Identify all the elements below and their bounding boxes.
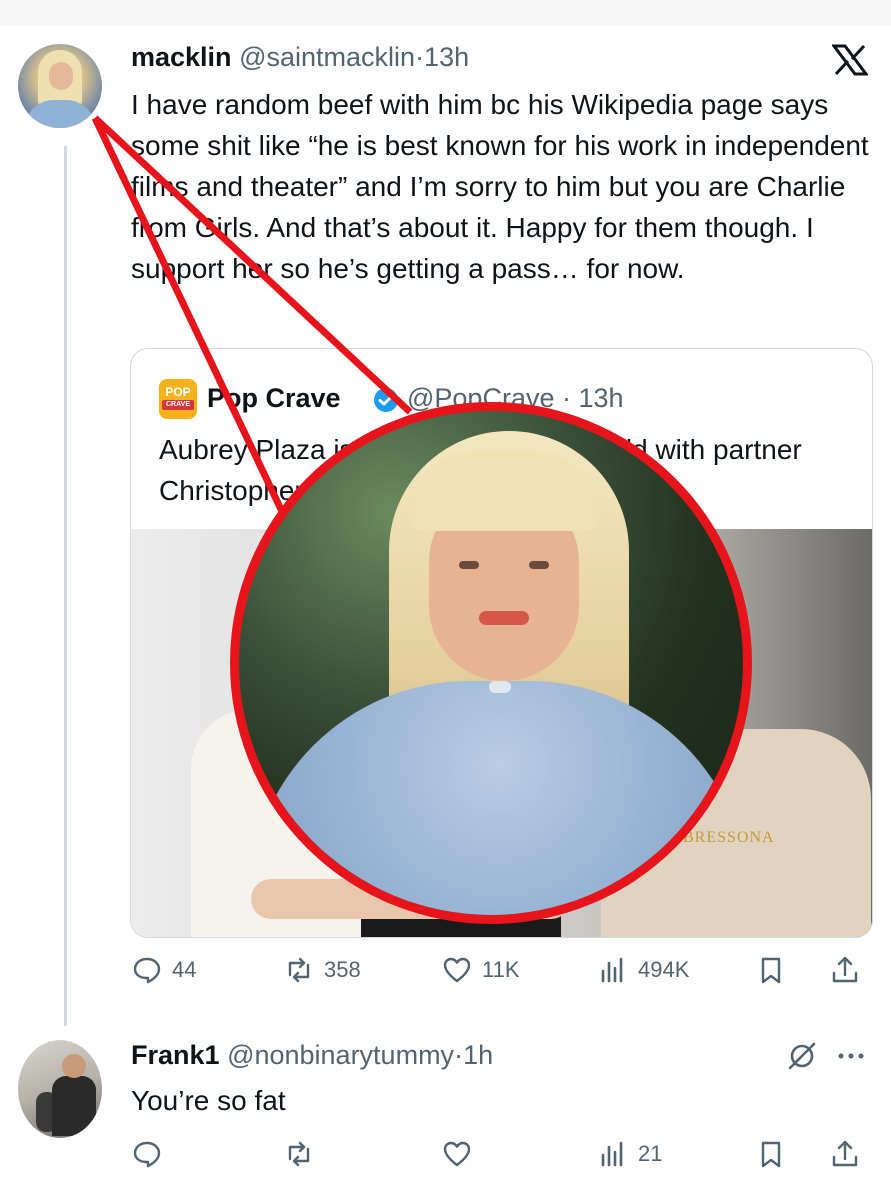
author-handle[interactable]: @saintmacklin <box>239 42 415 72</box>
more-icon[interactable] <box>836 1046 866 1066</box>
quote-author-name[interactable]: Pop Crave <box>207 383 341 414</box>
reply-header: Frank1 @nonbinarytummy·1h <box>131 1040 493 1074</box>
zoom-dress <box>249 681 743 915</box>
author-name[interactable]: macklin <box>131 42 232 72</box>
views-count: 494K <box>638 957 690 982</box>
views-action[interactable]: 494K <box>598 950 689 990</box>
reply-count: 44 <box>172 957 197 982</box>
reply-avatar-body <box>52 1076 96 1136</box>
bookmark-icon <box>761 957 781 984</box>
pop-crave-logo[interactable]: POP CRAVE <box>159 379 197 419</box>
share-action[interactable] <box>830 950 860 990</box>
zoom-eye-right <box>529 561 549 569</box>
separator: · <box>415 42 425 72</box>
repost-count: 358 <box>324 957 361 982</box>
zoom-bow <box>489 681 511 693</box>
reply-icon <box>133 1141 161 1168</box>
zoom-eye-left <box>459 561 479 569</box>
reply-views-action[interactable]: 21 <box>598 1134 662 1174</box>
reply-like-action[interactable] <box>442 1134 472 1174</box>
thread-line <box>64 146 67 1026</box>
avatar-face <box>49 62 73 90</box>
like-icon <box>443 957 471 983</box>
reply-bookmark-action[interactable] <box>756 1134 786 1174</box>
reply-author-handle[interactable]: @nonbinarytummy <box>227 1040 454 1070</box>
share-icon <box>832 1140 858 1167</box>
logo-text: POP <box>165 385 191 399</box>
reply-views-count: 21 <box>638 1141 663 1166</box>
like-count: 11K <box>482 957 520 982</box>
timestamp[interactable]: 13h <box>424 42 469 72</box>
tweet-text: I have random beef with him bc his Wikip… <box>131 89 869 284</box>
repost-icon <box>288 1141 310 1167</box>
views-icon <box>601 957 623 983</box>
avatar[interactable] <box>18 44 102 128</box>
avatar-dress <box>24 100 96 128</box>
bookmark-icon <box>761 1141 781 1168</box>
bookmark-action[interactable] <box>756 950 786 990</box>
logo-subtext: CRAVE <box>162 400 194 410</box>
reply-share-action[interactable] <box>830 1134 860 1174</box>
share-icon <box>832 956 858 983</box>
reply-icon <box>133 957 161 984</box>
verified-badge-icon <box>374 388 398 412</box>
x-logo-icon[interactable] <box>832 44 868 76</box>
reply-author-name[interactable]: Frank1 <box>131 1040 220 1070</box>
reply-avatar[interactable] <box>18 1040 102 1138</box>
repost-icon <box>288 957 310 983</box>
reply-reply-action[interactable] <box>132 1134 162 1174</box>
top-strip <box>0 0 891 26</box>
mute-icon[interactable] <box>786 1040 818 1072</box>
reply-separator: · <box>454 1040 464 1070</box>
tweet-action-bar: 44 358 11K 494K <box>130 950 870 990</box>
like-action[interactable]: 11K <box>442 950 520 990</box>
zoomed-avatar-circle <box>230 402 752 924</box>
reply-repost-action[interactable] <box>284 1134 314 1174</box>
zoom-fringe <box>409 451 599 531</box>
reply-timestamp[interactable]: 1h <box>463 1040 493 1070</box>
reply-text: You’re so fat <box>131 1085 286 1116</box>
zoom-lips <box>479 611 529 625</box>
reply-avatar-head <box>62 1054 86 1078</box>
views-icon <box>601 1141 623 1167</box>
like-icon <box>443 1141 471 1167</box>
repost-action[interactable]: 358 <box>284 950 361 990</box>
tweet-header: macklin @saintmacklin·13h <box>131 42 469 76</box>
reply-action-bar: 21 <box>130 1134 870 1174</box>
reply-action[interactable]: 44 <box>132 950 196 990</box>
